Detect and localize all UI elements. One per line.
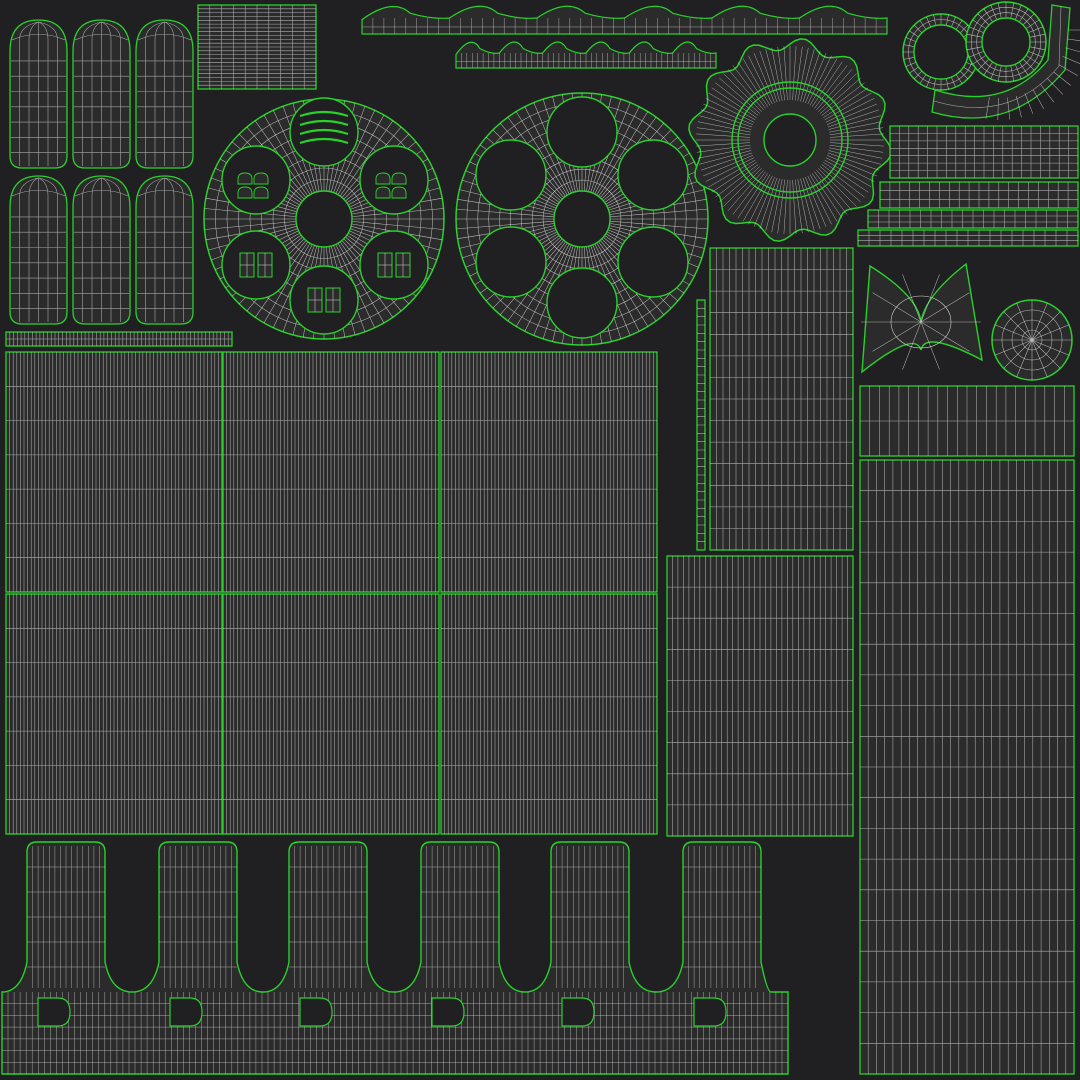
stacked-strips bbox=[857, 125, 1079, 247]
notch-cutout bbox=[37, 997, 71, 1027]
thin-strip-left-wire bbox=[6, 332, 232, 346]
uv-layout-canvas bbox=[0, 0, 1080, 1080]
large-panel-2-wire bbox=[223, 352, 439, 592]
mini-arch bbox=[253, 172, 269, 185]
thin-strip-left bbox=[5, 331, 233, 347]
arch-panel-top-3 bbox=[135, 19, 194, 169]
stacked-strips-3 bbox=[867, 209, 1079, 229]
wheel-opening bbox=[546, 96, 618, 168]
notch-cutout bbox=[299, 997, 333, 1027]
large-panel-2 bbox=[222, 351, 440, 593]
arch-panel-bottom-2-wire bbox=[74, 177, 129, 322]
large-panel-5 bbox=[222, 593, 440, 835]
wheel-plate bbox=[455, 92, 709, 346]
wheel-opening bbox=[617, 226, 689, 298]
wheel-plate-hole bbox=[553, 190, 611, 248]
large-panel-6 bbox=[440, 593, 658, 835]
large-panel-1-wire bbox=[6, 352, 222, 592]
rosette-opening bbox=[221, 230, 291, 300]
rosette-opening bbox=[289, 97, 359, 167]
arch-panel-bottom-3-wire bbox=[137, 177, 192, 322]
mini-arch bbox=[375, 186, 391, 199]
stacked-strips-3-wire bbox=[868, 210, 1078, 228]
ring-small-hole bbox=[913, 24, 969, 80]
lower-middle-panel bbox=[666, 555, 854, 837]
stacked-strips-4 bbox=[857, 229, 1079, 247]
right-header-panel bbox=[859, 385, 1075, 457]
mini-arch bbox=[391, 172, 407, 185]
wheel-opening bbox=[475, 226, 547, 298]
thin-vertical-strip bbox=[696, 299, 706, 551]
large-panel-3 bbox=[440, 351, 658, 593]
arch-panel-top-3-wire bbox=[137, 21, 192, 166]
stacked-strips-1 bbox=[889, 125, 1079, 179]
arch-panel-top-1 bbox=[9, 19, 68, 169]
large-panel-6-wire bbox=[441, 594, 657, 834]
stacked-strips-1-wire bbox=[890, 126, 1078, 178]
wheel-opening bbox=[546, 267, 618, 339]
arch-panel-bottom-1 bbox=[9, 175, 68, 325]
fluted-disc-hole bbox=[763, 113, 817, 167]
large-panel-5-wire bbox=[223, 594, 439, 834]
large-panel-3-wire bbox=[441, 352, 657, 592]
ring-large bbox=[965, 1, 1047, 83]
notch-cutout bbox=[169, 997, 203, 1027]
arch-panel-top-1-wire bbox=[11, 21, 66, 166]
round-cap bbox=[991, 299, 1073, 381]
arch-panel-top-2 bbox=[72, 19, 131, 169]
large-panel-4-wire bbox=[6, 594, 222, 834]
mini-arch bbox=[253, 186, 269, 199]
stacked-strips-2-wire bbox=[880, 182, 1078, 208]
arch-panel-top-2-wire bbox=[74, 21, 129, 166]
mini-arch bbox=[375, 172, 391, 185]
vertical-strip-panel bbox=[709, 247, 854, 551]
mini-arch bbox=[391, 186, 407, 199]
mini-arch bbox=[237, 172, 253, 185]
wheel-opening bbox=[617, 139, 689, 211]
stacked-strips-2 bbox=[879, 181, 1079, 209]
right-tall-panel-wire bbox=[860, 460, 1074, 1074]
notch-cutout bbox=[561, 997, 595, 1027]
round-cap-spokes bbox=[992, 300, 1072, 380]
ring-large-hole bbox=[981, 17, 1031, 67]
mini-arch bbox=[237, 186, 253, 199]
rosette-plate bbox=[203, 97, 445, 340]
right-tall-panel bbox=[859, 459, 1075, 1075]
notch-cutout bbox=[431, 997, 465, 1027]
wheel-opening bbox=[475, 139, 547, 211]
notch-cutout bbox=[693, 997, 727, 1027]
arch-panel-bottom-2 bbox=[72, 175, 131, 325]
small-grid-block bbox=[197, 4, 317, 90]
arch-panel-bottom-3 bbox=[135, 175, 194, 325]
large-panel-4 bbox=[5, 593, 223, 835]
rosette-opening bbox=[359, 230, 429, 300]
rosette-plate-hole bbox=[295, 190, 353, 248]
stacked-strips-4-wire bbox=[858, 230, 1078, 246]
large-panel-1 bbox=[5, 351, 223, 593]
rosette-opening bbox=[289, 265, 359, 335]
arch-panel-bottom-1-wire bbox=[11, 177, 66, 322]
